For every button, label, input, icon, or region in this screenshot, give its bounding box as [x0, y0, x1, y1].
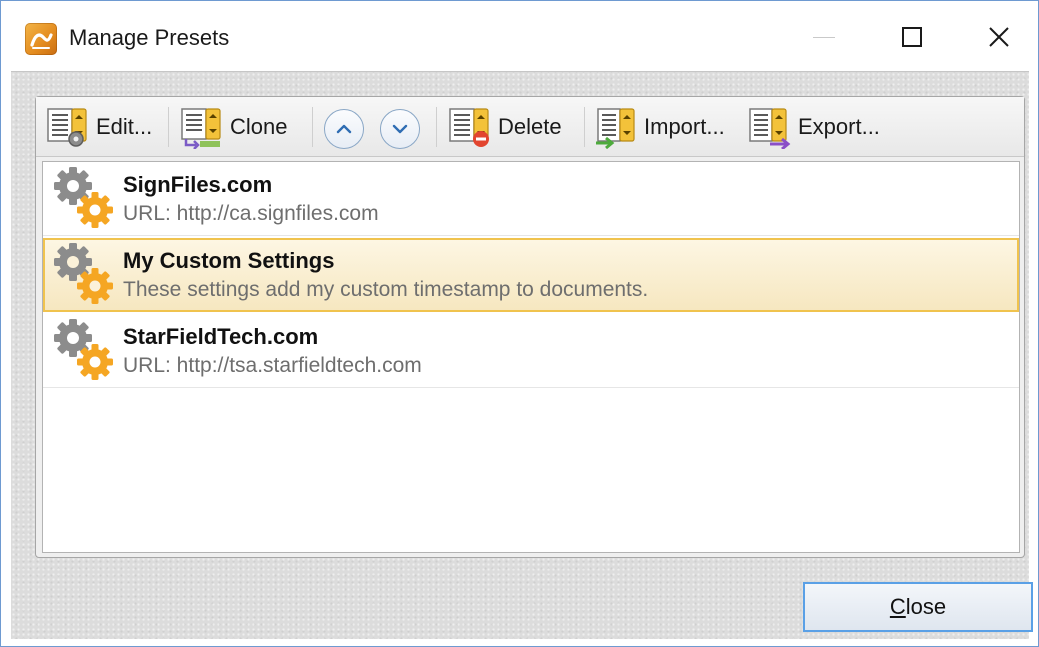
title-bar[interactable]: Manage Presets: [1, 1, 1038, 71]
minimize-icon: [813, 36, 835, 38]
close-icon: [989, 27, 1009, 47]
manage-presets-dialog: Manage Presets Edit... Clone Delete Impo…: [0, 0, 1039, 647]
preset-import-icon: [596, 108, 635, 149]
preset-edit-icon: [47, 108, 87, 147]
clone-label: Clone: [230, 114, 288, 139]
list-item[interactable]: SignFiles.com URL: http://ca.signfiles.c…: [43, 162, 1019, 236]
gear-pair-icon: [51, 166, 119, 232]
preset-name: SignFiles.com: [123, 172, 273, 197]
gear-pair-icon: [51, 242, 119, 308]
presets-list[interactable]: SignFiles.com URL: http://ca.signfiles.c…: [42, 161, 1020, 553]
toolbar-separator: [312, 107, 313, 147]
app-logo-icon: [25, 23, 57, 55]
toolbar-separator: [168, 107, 169, 147]
move-down-button[interactable]: [380, 109, 420, 149]
preset-clone-icon: [181, 108, 221, 149]
close-button-label: lose: [905, 594, 947, 619]
maximize-icon: [902, 27, 922, 47]
import-label: Import...: [644, 114, 725, 139]
list-item[interactable]: StarFieldTech.com URL: http://tsa.starfi…: [43, 314, 1019, 388]
dialog-body: Edit... Clone Delete Import... Export...…: [11, 71, 1033, 639]
edit-button[interactable]: Edit...: [46, 105, 152, 149]
preset-description: These settings add my custom timestamp t…: [123, 278, 649, 301]
move-up-icon: [336, 124, 352, 134]
minimize-button[interactable]: [781, 11, 867, 63]
list-item-selected[interactable]: My Custom Settings These settings add my…: [43, 238, 1019, 312]
close-button-mnemonic: C: [889, 594, 906, 619]
preset-export-icon: [749, 108, 791, 149]
delete-label: Delete: [498, 114, 562, 139]
gear-pair-icon: [51, 318, 119, 384]
preset-name: StarFieldTech.com: [123, 324, 319, 349]
toolbar-separator: [436, 107, 437, 147]
move-up-button[interactable]: [324, 109, 364, 149]
close-window-button[interactable]: [956, 11, 1039, 63]
presets-toolbar: Edit... Clone Delete Import... Export...: [36, 97, 1024, 157]
clone-button[interactable]: Clone: [180, 105, 287, 149]
move-down-icon: [392, 124, 408, 134]
close-button[interactable]: Close: [803, 582, 1033, 632]
import-button[interactable]: Import...: [594, 105, 725, 149]
preset-delete-icon: [449, 108, 489, 147]
presets-panel: Edit... Clone Delete Import... Export...…: [35, 96, 1025, 558]
preset-description: URL: http://ca.signfiles.com: [123, 202, 379, 225]
delete-button[interactable]: Delete: [448, 105, 562, 149]
edit-label: Edit...: [96, 114, 153, 139]
preset-description: URL: http://tsa.starfieldtech.com: [123, 354, 422, 377]
preset-name: My Custom Settings: [123, 248, 335, 273]
window-title: Manage Presets: [69, 25, 230, 50]
maximize-button[interactable]: [869, 11, 955, 63]
export-label: Export...: [798, 114, 880, 139]
export-button[interactable]: Export...: [748, 105, 880, 149]
toolbar-separator: [584, 107, 585, 147]
